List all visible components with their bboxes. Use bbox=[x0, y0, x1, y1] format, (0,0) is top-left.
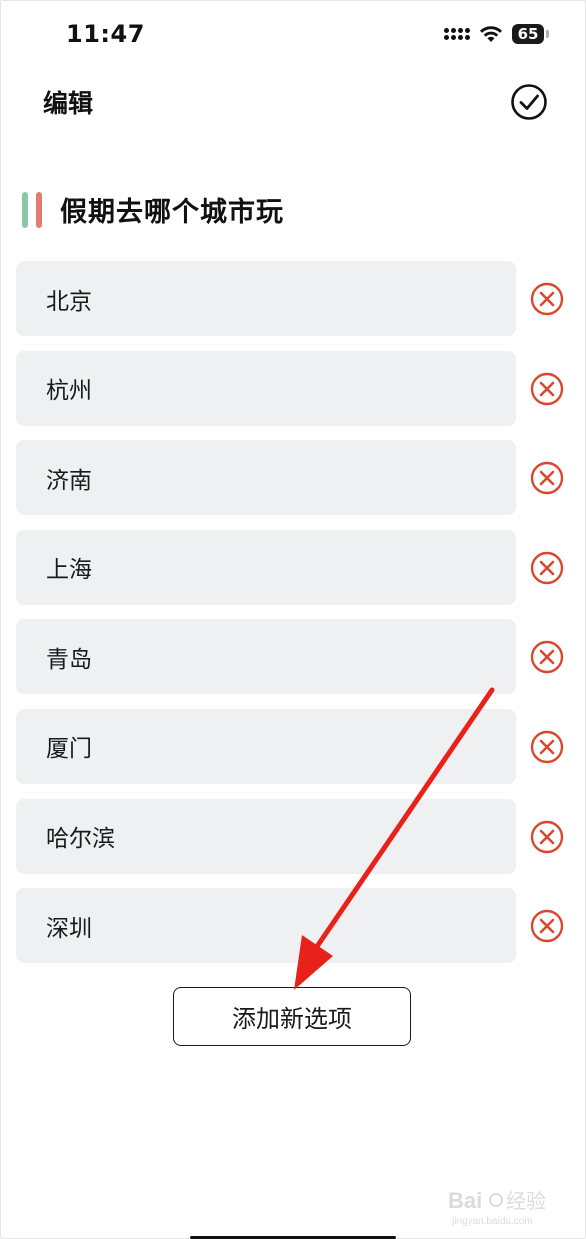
delete-option-icon[interactable] bbox=[530, 372, 564, 406]
option-input[interactable]: 厦门 bbox=[16, 708, 516, 784]
svg-text:Bai: Bai bbox=[448, 1188, 482, 1213]
option-list: 北京杭州济南上海青岛厦门哈尔滨深圳 bbox=[16, 261, 576, 978]
option-row: 杭州 bbox=[16, 350, 576, 426]
option-input[interactable]: 哈尔滨 bbox=[16, 798, 516, 874]
delete-option-icon[interactable] bbox=[530, 551, 564, 585]
accent-bars bbox=[22, 191, 42, 228]
baidu-jingyan-watermark: Bai 经验 jingyan.baidu.com bbox=[448, 1188, 546, 1227]
accent-bar-red bbox=[36, 191, 42, 228]
option-input[interactable]: 杭州 bbox=[16, 350, 516, 426]
delete-option-icon[interactable] bbox=[530, 730, 564, 764]
option-input[interactable]: 上海 bbox=[16, 529, 516, 605]
option-input[interactable]: 深圳 bbox=[16, 888, 516, 964]
delete-option-icon[interactable] bbox=[530, 820, 564, 854]
accent-bar-green bbox=[22, 191, 28, 228]
delete-option-icon[interactable] bbox=[530, 461, 564, 495]
option-input[interactable]: 北京 bbox=[16, 261, 516, 336]
battery-level: 65 bbox=[517, 25, 539, 43]
option-row: 青岛 bbox=[16, 619, 576, 695]
check-circle-icon[interactable] bbox=[510, 83, 548, 121]
delete-option-icon[interactable] bbox=[530, 282, 564, 316]
status-icons: 65 bbox=[444, 24, 549, 44]
status-time: 11:47 bbox=[66, 20, 145, 48]
option-row: 北京 bbox=[16, 261, 576, 336]
option-row: 上海 bbox=[16, 529, 576, 605]
add-option-button[interactable]: 添加新选项 bbox=[173, 987, 411, 1046]
wifi-icon bbox=[480, 26, 502, 42]
option-row: 哈尔滨 bbox=[16, 798, 576, 874]
option-row: 济南 bbox=[16, 440, 576, 516]
poll-title: 假期去哪个城市玩 bbox=[60, 197, 284, 228]
poll-title-row: 假期去哪个城市玩 bbox=[22, 190, 284, 229]
signal-icon bbox=[444, 28, 470, 40]
option-input[interactable]: 济南 bbox=[16, 440, 516, 516]
delete-option-icon[interactable] bbox=[530, 909, 564, 943]
option-row: 厦门 bbox=[16, 708, 576, 784]
option-row: 深圳 bbox=[16, 888, 576, 964]
delete-option-icon[interactable] bbox=[530, 640, 564, 674]
svg-text:经验: 经验 bbox=[506, 1190, 546, 1213]
option-input[interactable]: 青岛 bbox=[16, 619, 516, 695]
battery-icon: 65 bbox=[512, 24, 549, 44]
page-title: 编辑 bbox=[43, 89, 94, 118]
svg-text:jingyan.baidu.com: jingyan.baidu.com bbox=[451, 1216, 533, 1227]
